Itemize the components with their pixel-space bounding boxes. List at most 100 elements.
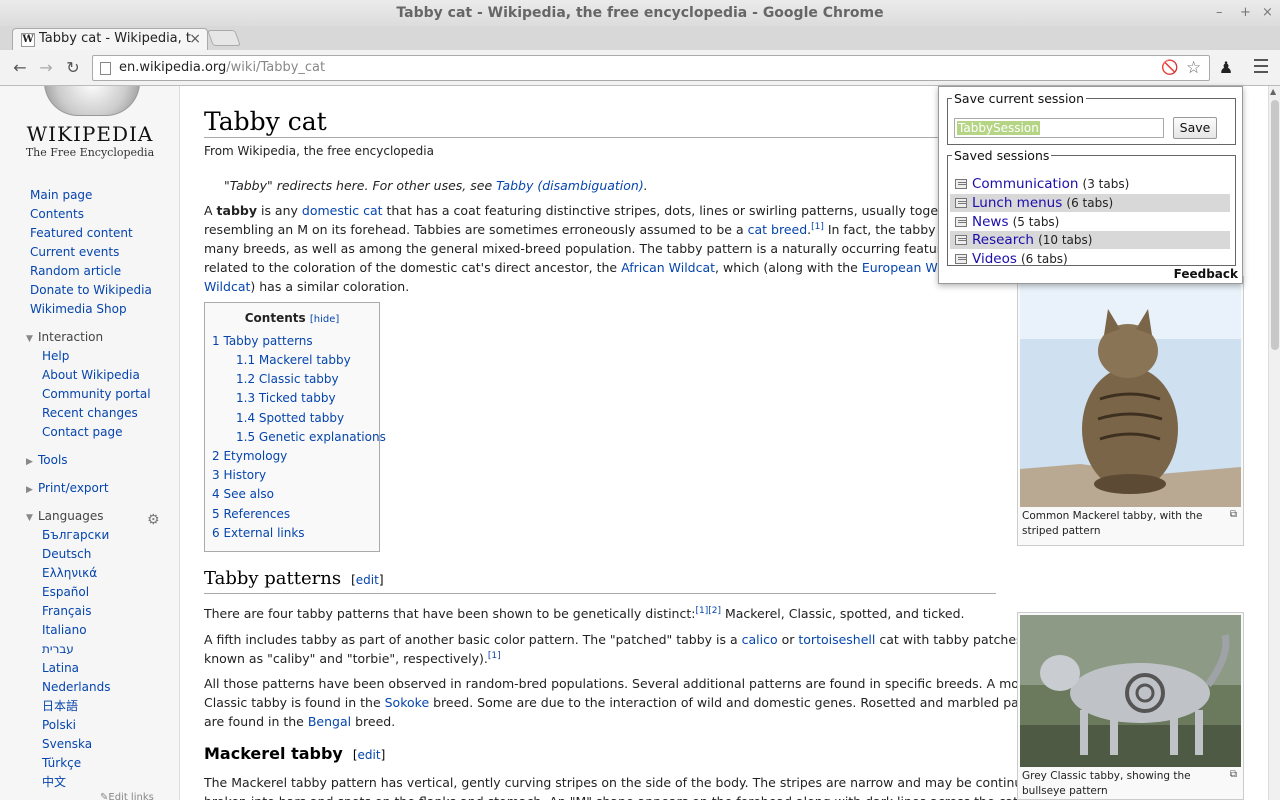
- blocked-extension-icon[interactable]: 🚫: [1161, 59, 1178, 77]
- hatnote: "Tabby" redirects here. For other uses, …: [224, 178, 648, 193]
- tortoiseshell-link[interactable]: tortoiseshell: [798, 632, 875, 647]
- url-path: /wiki/Tabby_cat: [226, 60, 326, 75]
- maximize-button[interactable]: +: [1240, 0, 1251, 26]
- page-scrollbar[interactable]: ▲: [1268, 86, 1280, 800]
- toc-hide-link[interactable]: [hide]: [310, 314, 339, 325]
- nav-community-portal[interactable]: Community portal: [42, 385, 151, 404]
- nav-about[interactable]: About Wikipedia: [42, 366, 151, 385]
- sokoke-link[interactable]: Sokoke: [385, 695, 430, 710]
- disambiguation-link[interactable]: Tabby (disambiguation): [496, 178, 644, 193]
- edit-section-link[interactable]: edit: [356, 573, 379, 587]
- collapsed-triangle-icon: ▶: [26, 485, 33, 495]
- session-name-input[interactable]: TabbySession: [954, 118, 1164, 138]
- scroll-up-arrow-icon[interactable]: ▲: [1270, 87, 1276, 96]
- nav-wikimedia-shop[interactable]: Wikimedia Shop: [30, 300, 152, 319]
- lang-he[interactable]: עברית: [42, 640, 110, 659]
- enlarge-icon[interactable]: ⧉: [1230, 769, 1237, 780]
- minimize-button[interactable]: –: [1216, 0, 1223, 26]
- toc-item[interactable]: 1.3 Ticked tabby: [236, 391, 336, 405]
- nav-featured-content[interactable]: Featured content: [30, 224, 152, 243]
- nav-recent-changes[interactable]: Recent changes: [42, 404, 151, 423]
- edit-links[interactable]: ✎Edit links: [100, 792, 154, 800]
- bengal-link[interactable]: Bengal: [308, 714, 351, 729]
- mackerel-tabby-photo[interactable]: [1020, 279, 1241, 507]
- nav-contact-page[interactable]: Contact page: [42, 423, 151, 442]
- language-settings-gear-icon[interactable]: ⚙: [147, 512, 160, 528]
- collapsed-triangle-icon: ▶: [26, 457, 33, 467]
- session-item-communication[interactable]: Communication (3 tabs): [950, 175, 1230, 193]
- lang-sv[interactable]: Svenska: [42, 735, 110, 754]
- calico-link[interactable]: calico: [742, 632, 778, 647]
- wildcat-link[interactable]: Wildcat: [204, 279, 250, 294]
- window-title: Tabby cat - Wikipedia, the free encyclop…: [396, 5, 884, 21]
- session-item-research[interactable]: Research (10 tabs): [950, 231, 1230, 249]
- session-window-icon: [955, 198, 967, 208]
- lang-nl[interactable]: Nederlands: [42, 678, 110, 697]
- session-item-news[interactable]: News (5 tabs): [950, 213, 1230, 231]
- tools-heading[interactable]: ▶ Tools: [26, 453, 68, 467]
- interaction-heading[interactable]: ▼ Interaction: [26, 330, 103, 344]
- toc-item[interactable]: 6 External links: [212, 526, 305, 540]
- new-tab-button[interactable]: [207, 30, 241, 46]
- citation-link[interactable]: [1]: [811, 222, 824, 232]
- edit-section-link[interactable]: edit: [358, 748, 381, 762]
- nav-help[interactable]: Help: [42, 347, 151, 366]
- lang-ja[interactable]: 日本語: [42, 697, 110, 716]
- lang-pl[interactable]: Polski: [42, 716, 110, 735]
- session-manager-extension-icon[interactable]: ♟: [1216, 58, 1236, 78]
- image-thumbnail-mackerel: Common Mackerel tabby, with the striped …: [1017, 276, 1244, 546]
- wikipedia-sidebar: WIKIPEDIA The Free Encyclopedia Main pag…: [0, 86, 180, 800]
- section-heading-mackerel-tabby: Mackerel tabby [edit]: [204, 744, 386, 763]
- toc-item[interactable]: 5 References: [212, 507, 290, 521]
- browser-tab[interactable]: W Tabby cat - Wikipedia, t ×: [12, 28, 208, 50]
- classic-tabby-photo[interactable]: [1020, 615, 1241, 767]
- nav-main-page[interactable]: Main page: [30, 186, 152, 205]
- close-window-button[interactable]: ×: [1262, 0, 1273, 26]
- african-wildcat-link[interactable]: African Wildcat: [621, 260, 715, 275]
- languages-heading[interactable]: ▼ Languages: [26, 509, 103, 523]
- address-bar[interactable]: en.wikipedia.org/wiki/Tabby_cat 🚫 ☆: [92, 55, 1210, 81]
- bookmark-star-icon[interactable]: ☆: [1186, 59, 1201, 77]
- save-session-legend: Save current session: [954, 91, 1084, 106]
- forward-button[interactable]: →: [36, 58, 56, 78]
- nav-donate[interactable]: Donate to Wikipedia: [30, 281, 152, 300]
- reload-button[interactable]: ↻: [63, 58, 83, 78]
- wikipedia-wordmark[interactable]: WIKIPEDIA: [0, 122, 179, 146]
- toc-item[interactable]: 4 See also: [212, 487, 274, 501]
- scrollbar-thumb[interactable]: [1271, 100, 1279, 350]
- lang-de[interactable]: Deutsch: [42, 545, 110, 564]
- nav-random-article[interactable]: Random article: [30, 262, 152, 281]
- lang-el[interactable]: Ελληνικά: [42, 564, 110, 583]
- chrome-menu-icon[interactable]: [1254, 59, 1268, 73]
- toc-item[interactable]: 1.1 Mackerel tabby: [236, 353, 351, 367]
- tab-close-icon[interactable]: ×: [189, 29, 201, 49]
- toc-item[interactable]: 3 History: [212, 468, 266, 482]
- lang-it[interactable]: Italiano: [42, 621, 110, 640]
- citation-link[interactable]: [1][2]: [695, 606, 721, 616]
- lang-zh[interactable]: 中文: [42, 773, 110, 792]
- wikipedia-globe-logo[interactable]: [44, 86, 140, 116]
- toc-item[interactable]: 2 Etymology: [212, 449, 287, 463]
- lang-tr[interactable]: Türkçe: [42, 754, 110, 773]
- domestic-cat-link[interactable]: domestic cat: [302, 203, 383, 218]
- lang-la[interactable]: Latina: [42, 659, 110, 678]
- lang-es[interactable]: Español: [42, 583, 110, 602]
- toc-item[interactable]: 1.2 Classic tabby: [236, 372, 339, 386]
- feedback-link[interactable]: Feedback: [1174, 267, 1238, 281]
- print-export-heading[interactable]: ▶ Print/export: [26, 481, 109, 495]
- citation-link[interactable]: [1]: [488, 651, 501, 661]
- cat-breed-link[interactable]: cat breed: [748, 222, 808, 237]
- session-item-videos[interactable]: Videos (6 tabs): [950, 250, 1230, 268]
- nav-current-events[interactable]: Current events: [30, 243, 152, 262]
- toc-item[interactable]: 1.5 Genetic explanations: [236, 430, 386, 444]
- lang-bg[interactable]: Български: [42, 526, 110, 545]
- toc-item[interactable]: 1.4 Spotted tabby: [236, 411, 344, 425]
- save-session-button[interactable]: Save: [1173, 117, 1217, 139]
- nav-contents[interactable]: Contents: [30, 205, 152, 224]
- thumbnail-caption: Common Mackerel tabby, with the striped …: [1022, 510, 1203, 537]
- session-item-lunch-menus[interactable]: Lunch menus (6 tabs): [950, 194, 1230, 212]
- toc-item[interactable]: 1 Tabby patterns: [212, 334, 313, 348]
- lang-fr[interactable]: Français: [42, 602, 110, 621]
- enlarge-icon[interactable]: ⧉: [1230, 509, 1237, 520]
- back-button[interactable]: ←: [10, 58, 30, 78]
